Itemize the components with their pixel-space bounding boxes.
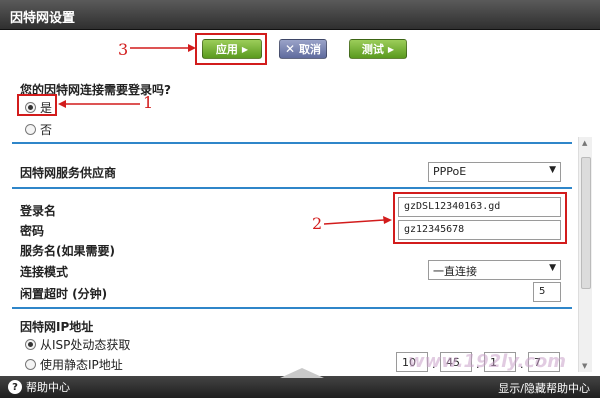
isp-select[interactable]: PPPoE ▼ [428, 162, 561, 182]
arrow-icon [58, 100, 140, 108]
ip-static-label: 使用静态IP地址 [40, 358, 123, 372]
arrow-icon [130, 44, 196, 52]
login-no-option[interactable]: 否 [25, 121, 52, 138]
service-name-label: 服务名(如果需要) [20, 244, 115, 258]
radio-checked-icon [25, 339, 36, 350]
chevron-down-icon: ▼ [549, 263, 556, 273]
test-button[interactable]: 测试 ▶ [349, 39, 407, 59]
scroll-down-icon[interactable]: ▼ [582, 362, 587, 370]
toggle-help-link[interactable]: 显示/隐藏帮助中心 [498, 380, 590, 396]
password-label: 密码 [20, 224, 45, 238]
footer-bar: ? 帮助中心 显示/隐藏帮助中心 [0, 368, 600, 398]
annotation-3: 3 [118, 40, 129, 59]
connection-mode-label: 连接模式 [20, 265, 69, 279]
scrollbar-thumb[interactable] [581, 157, 591, 289]
window-title: 因特网设置 [10, 11, 76, 26]
username-label: 登录名 [20, 204, 57, 218]
scrollbar[interactable]: ▲ ▼ [578, 137, 592, 372]
annotation-2: 2 [312, 214, 323, 233]
isp-value: PPPoE [433, 165, 467, 178]
scroll-up-icon[interactable]: ▲ [582, 139, 587, 147]
isp-label: 因特网服务供应商 [20, 166, 117, 180]
cancel-label: 取消 [299, 43, 322, 56]
watermark: www.192ly.com [407, 351, 566, 372]
settings-panel: 应用 ▶ ✕ 取消 测试 ▶ 3 您的因特网连接需要登录吗? 是 否 1 因特网… [0, 30, 600, 376]
ip-dynamic-label: 从ISP处动态获取 [40, 338, 131, 352]
idle-timeout-label: 闲置超时 (分钟) [20, 287, 108, 301]
divider [12, 142, 572, 144]
expand-tab-icon[interactable] [280, 368, 324, 378]
help-label: 帮助中心 [26, 381, 70, 394]
highlight-box-credentials [393, 192, 567, 244]
play-icon: ▶ [387, 44, 395, 54]
ip-section-title: 因特网IP地址 [20, 320, 94, 334]
help-center-link[interactable]: ? 帮助中心 [8, 379, 70, 395]
title-bar: 因特网设置 [0, 0, 600, 30]
chevron-down-icon: ▼ [549, 165, 556, 175]
ip-dynamic-option[interactable]: 从ISP处动态获取 [25, 336, 130, 353]
highlight-box-yes [17, 94, 57, 116]
test-label: 测试 [361, 43, 384, 56]
close-icon: ✕ [284, 42, 296, 56]
ip-static-option[interactable]: 使用静态IP地址 [25, 356, 123, 373]
login-no-label: 否 [40, 123, 53, 137]
annotation-1: 1 [143, 93, 154, 112]
arrow-icon [324, 216, 392, 225]
radio-unchecked-icon [25, 359, 36, 370]
highlight-box-apply [195, 33, 267, 65]
help-icon: ? [8, 380, 22, 394]
divider [12, 307, 572, 309]
connection-mode-value: 一直连接 [433, 265, 477, 278]
radio-unchecked-icon [25, 124, 36, 135]
connection-mode-select[interactable]: 一直连接 ▼ [428, 260, 561, 280]
idle-timeout-field[interactable]: 5 [533, 282, 561, 302]
divider [12, 187, 572, 189]
cancel-button[interactable]: ✕ 取消 [279, 39, 327, 59]
